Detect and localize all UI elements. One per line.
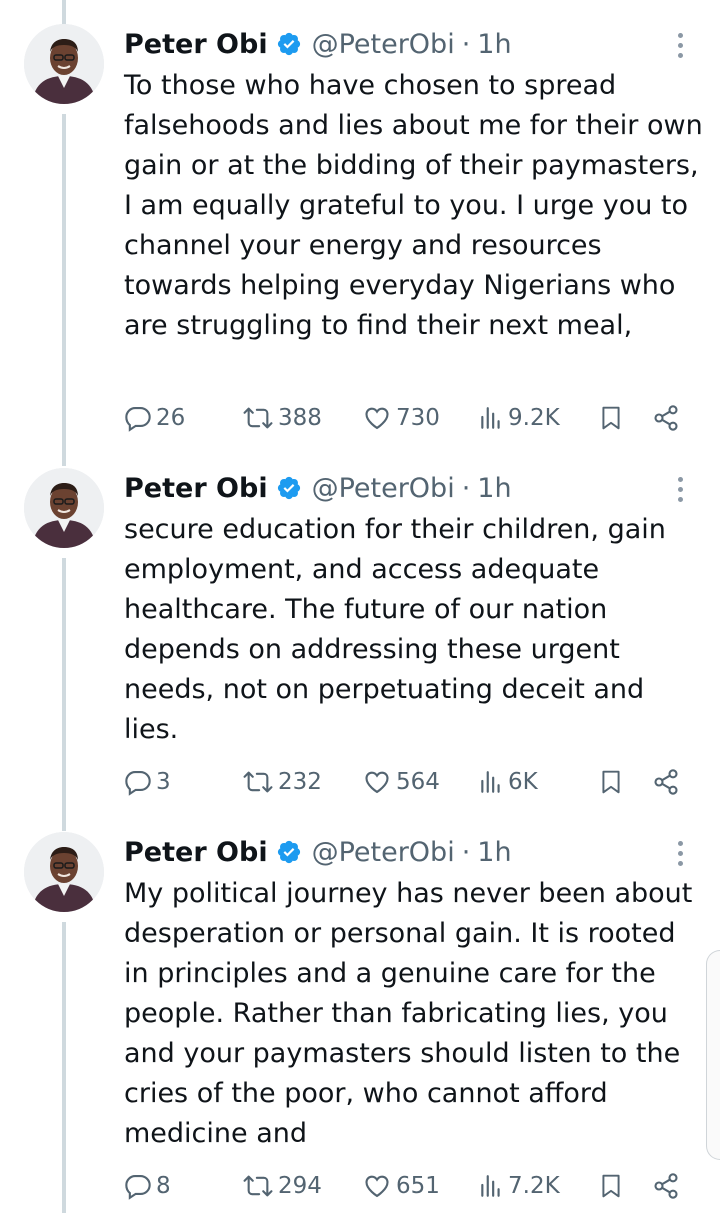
author-name[interactable]: Peter Obi <box>124 473 268 504</box>
views-button[interactable]: 9.2K <box>478 398 560 438</box>
views-icon <box>481 1175 500 1197</box>
repost-icon <box>243 407 273 429</box>
repost-count: 388 <box>278 405 322 431</box>
like-count: 651 <box>396 1173 440 1199</box>
views-count: 7.2K <box>508 1173 560 1199</box>
like-button[interactable]: 730 <box>362 398 440 438</box>
avatar[interactable] <box>24 24 104 104</box>
action-bar: 8 294 651 7.2K <box>0 1166 720 1206</box>
repost-button[interactable]: 294 <box>242 1166 322 1206</box>
author-handle[interactable]: @PeterObi <box>312 29 455 60</box>
verified-badge-icon <box>276 475 302 501</box>
reply-icon <box>125 1175 151 1200</box>
author-handle[interactable]: @PeterObi <box>312 837 455 868</box>
reply-button[interactable]: 26 <box>124 398 185 438</box>
bookmark-icon <box>602 406 620 430</box>
views-icon <box>481 771 500 793</box>
repost-icon <box>243 1175 273 1197</box>
separator-dot: · <box>461 28 471 60</box>
thread-line-top <box>62 0 66 26</box>
like-count: 564 <box>396 769 440 795</box>
like-icon <box>365 1175 389 1198</box>
share-button[interactable] <box>652 1166 680 1206</box>
views-icon <box>481 407 500 429</box>
bookmark-button[interactable] <box>598 762 624 802</box>
more-options-icon[interactable] <box>668 472 692 506</box>
more-options-icon[interactable] <box>668 28 692 62</box>
action-bar: 26 388 730 9.2K <box>0 398 720 438</box>
edge-handle[interactable] <box>706 950 720 1160</box>
tweet-text: To those who have chosen to spread false… <box>124 70 703 341</box>
views-count: 6K <box>508 769 538 795</box>
author-handle[interactable]: @PeterObi <box>312 473 455 504</box>
avatar-portrait-icon <box>24 832 104 912</box>
avatar[interactable] <box>24 468 104 548</box>
author-name[interactable]: Peter Obi <box>124 837 268 868</box>
like-button[interactable]: 564 <box>362 762 440 802</box>
repost-icon <box>243 771 273 793</box>
like-icon <box>365 407 389 430</box>
verified-badge-icon <box>276 31 302 57</box>
bookmark-icon <box>602 770 620 794</box>
timestamp[interactable]: 1h <box>477 29 511 60</box>
repost-count: 294 <box>278 1173 322 1199</box>
views-button[interactable]: 7.2K <box>478 1166 560 1206</box>
reply-count: 26 <box>156 405 186 431</box>
share-icon <box>654 769 678 795</box>
separator-dot: · <box>461 836 471 868</box>
reply-button[interactable]: 3 <box>124 762 171 802</box>
repost-button[interactable]: 232 <box>242 762 322 802</box>
author-name[interactable]: Peter Obi <box>124 29 268 60</box>
share-icon <box>654 1173 678 1199</box>
reply-count: 3 <box>156 769 171 795</box>
share-button[interactable] <box>652 762 680 802</box>
avatar-portrait-icon <box>24 468 104 548</box>
timestamp[interactable]: 1h <box>477 473 511 504</box>
bookmark-button[interactable] <box>598 398 624 438</box>
separator-dot: · <box>461 472 471 504</box>
timestamp[interactable]: 1h <box>477 837 511 868</box>
views-count: 9.2K <box>508 405 560 431</box>
views-button[interactable]: 6K <box>478 762 538 802</box>
like-icon <box>365 771 389 794</box>
more-options-icon[interactable] <box>668 836 692 870</box>
share-button[interactable] <box>652 398 680 438</box>
reply-button[interactable]: 8 <box>124 1166 171 1206</box>
reply-count: 8 <box>156 1173 171 1199</box>
action-bar: 3 232 564 6K <box>0 762 720 802</box>
verified-badge-icon <box>276 839 302 865</box>
reply-icon <box>125 407 151 432</box>
bookmark-icon <box>602 1174 620 1198</box>
reply-icon <box>125 771 151 796</box>
avatar[interactable] <box>24 832 104 912</box>
repost-count: 232 <box>278 769 322 795</box>
avatar-portrait-icon <box>24 24 104 104</box>
bookmark-button[interactable] <box>598 1166 624 1206</box>
repost-button[interactable]: 388 <box>242 398 322 438</box>
share-icon <box>654 405 678 431</box>
tweet-text: My political journey has never been abou… <box>124 878 693 1149</box>
like-count: 730 <box>396 405 440 431</box>
tweet-text: secure education for their children, gai… <box>124 514 666 745</box>
like-button[interactable]: 651 <box>362 1166 440 1206</box>
